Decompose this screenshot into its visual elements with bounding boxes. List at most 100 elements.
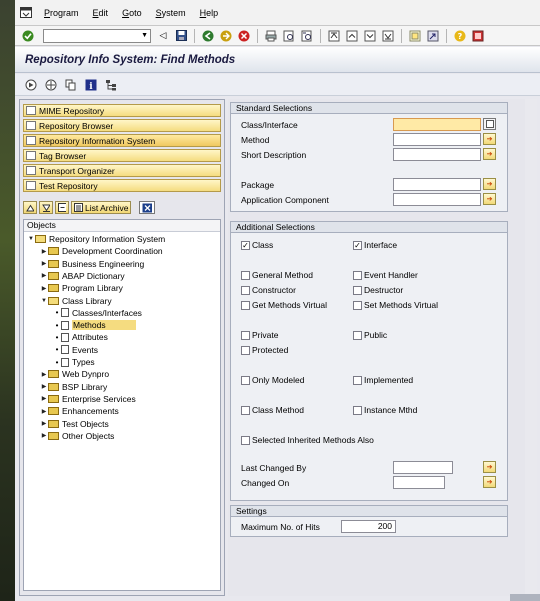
command-field[interactable]: ▼ — [43, 28, 151, 43]
tree-node[interactable]: ▼ Class Library — [40, 295, 112, 307]
expand-icon[interactable]: ▶ — [40, 272, 48, 279]
move-down-icon[interactable] — [39, 201, 53, 214]
expand-icon[interactable]: ▶ — [40, 408, 48, 415]
checkbox-box[interactable] — [241, 330, 250, 340]
nav-repository-information-system[interactable]: Repository Information System — [23, 134, 221, 147]
nav-mime-repository[interactable]: MIME Repository — [23, 104, 221, 117]
checkbox-box[interactable] — [353, 270, 362, 280]
tree-node[interactable]: ▶ Development Coordination — [40, 245, 163, 257]
checkbox-box[interactable] — [353, 375, 362, 385]
checkbox-only-modeled[interactable]: Only Modeled — [241, 375, 304, 385]
class-interface-field[interactable] — [393, 118, 481, 131]
menu-goto[interactable]: Goto — [115, 8, 149, 18]
checkbox-box[interactable] — [241, 270, 250, 280]
customize-layout-icon[interactable] — [471, 29, 485, 43]
tree-node[interactable]: ▶ Web Dynpro — [40, 368, 109, 380]
checkbox-instance-mthd[interactable]: Instance Mthd — [353, 405, 417, 415]
checkbox-general-method[interactable]: General Method — [241, 270, 313, 280]
tree-node[interactable]: • Methods — [53, 319, 136, 331]
nav-transport-organizer[interactable]: Transport Organizer — [23, 164, 221, 177]
cancel-icon[interactable] — [237, 29, 251, 43]
checkbox-get-methods-virtual[interactable]: Get Methods Virtual — [241, 300, 327, 310]
find-next-icon[interactable] — [300, 29, 314, 43]
new-session-icon[interactable] — [408, 29, 422, 43]
expand-icon[interactable]: ▶ — [40, 260, 48, 267]
tree-node[interactable]: • Attributes — [53, 331, 108, 343]
checkbox-box[interactable] — [241, 405, 250, 415]
expand-icon[interactable]: ▶ — [40, 420, 48, 427]
help-icon[interactable]: ? — [453, 29, 467, 43]
multiple-selection-icon[interactable]: ➔ — [483, 178, 496, 190]
bullet-icon[interactable]: • — [53, 345, 61, 354]
list-archive-button[interactable]: List Archive — [71, 201, 132, 214]
vertical-scrollbar[interactable] — [525, 99, 537, 596]
tree-node[interactable]: ▼ Repository Information System — [27, 233, 165, 245]
bullet-icon[interactable]: • — [53, 321, 61, 330]
nav-test-repository[interactable]: Test Repository — [23, 179, 221, 192]
previous-page-icon[interactable] — [345, 29, 359, 43]
refresh-icon[interactable] — [55, 201, 69, 214]
history-back-icon[interactable]: ◁ — [156, 29, 170, 43]
tree-node[interactable]: • Classes/Interfaces — [53, 307, 142, 319]
checkbox-box[interactable] — [353, 330, 362, 340]
multiple-selection-icon[interactable]: ➔ — [483, 476, 496, 488]
tree-node[interactable]: • Types — [53, 356, 95, 368]
expand-icon[interactable]: ▶ — [40, 248, 48, 255]
checkbox-set-methods-virtual[interactable]: Set Methods Virtual — [353, 300, 438, 310]
shortcut-icon[interactable] — [426, 29, 440, 43]
hierarchy-icon[interactable] — [104, 78, 118, 92]
checkbox-implemented[interactable]: Implemented — [353, 375, 413, 385]
nav-tag-browser[interactable]: Tag Browser — [23, 149, 221, 162]
expand-icon[interactable]: ▶ — [40, 395, 48, 402]
chevron-down-icon[interactable]: ▼ — [141, 32, 148, 39]
last-changed-by-field[interactable] — [393, 461, 453, 474]
bullet-icon[interactable]: • — [53, 333, 61, 342]
tree-node[interactable]: ▶ Program Library — [40, 282, 123, 294]
copy-object-icon[interactable] — [64, 78, 78, 92]
menu-help[interactable]: Help — [193, 8, 226, 18]
back-icon[interactable] — [201, 29, 215, 43]
tree-node[interactable]: ▶ Other Objects — [40, 430, 115, 442]
checkbox-box[interactable] — [353, 405, 362, 415]
tree-node[interactable]: ▶ Enhancements — [40, 405, 119, 417]
close-panel-icon[interactable] — [139, 201, 156, 214]
multiple-selection-icon[interactable]: ➔ — [483, 148, 496, 160]
application-component-field[interactable] — [393, 193, 481, 206]
tree-node[interactable]: ▶ Test Objects — [40, 418, 109, 430]
info-icon[interactable]: i — [84, 78, 98, 92]
tree-node[interactable]: ▶ ABAP Dictionary — [40, 270, 125, 282]
checkbox-event-handler[interactable]: Event Handler — [353, 270, 418, 280]
sap-app-icon[interactable] — [19, 7, 33, 19]
nav-repository-browser[interactable]: Repository Browser — [23, 119, 221, 132]
checkbox-box[interactable]: ✓ — [241, 240, 250, 250]
save-icon[interactable] — [174, 29, 188, 43]
checkbox-constructor[interactable]: Constructor — [241, 285, 296, 295]
checkbox-box[interactable] — [241, 300, 250, 310]
method-field[interactable] — [393, 133, 481, 146]
enter-checkmark-icon[interactable] — [21, 29, 35, 43]
exit-icon[interactable] — [219, 29, 233, 43]
menu-edit[interactable]: Edit — [86, 8, 116, 18]
collapse-icon[interactable]: ▼ — [40, 298, 48, 304]
all-selections-icon[interactable] — [44, 78, 58, 92]
multiple-selection-icon[interactable]: ➔ — [483, 193, 496, 205]
max-hits-field[interactable]: 200 — [341, 520, 396, 533]
collapse-icon[interactable]: ▼ — [27, 236, 35, 242]
last-page-icon[interactable] — [381, 29, 395, 43]
checkbox-box[interactable]: ✓ — [353, 240, 362, 250]
bullet-icon[interactable]: • — [53, 358, 61, 367]
value-help-icon[interactable] — [483, 118, 496, 130]
checkbox-box[interactable] — [241, 285, 250, 295]
multiple-selection-icon[interactable]: ➔ — [483, 461, 496, 473]
checkbox-public[interactable]: Public — [353, 330, 387, 340]
find-icon[interactable] — [282, 29, 296, 43]
tree-node[interactable]: ▶ Business Engineering — [40, 258, 145, 270]
execute-icon[interactable] — [24, 78, 38, 92]
short-description-field[interactable] — [393, 148, 481, 161]
expand-icon[interactable]: ▶ — [40, 432, 48, 439]
tree-node[interactable]: ▶ BSP Library — [40, 381, 108, 393]
print-icon[interactable] — [264, 29, 278, 43]
checkbox-selected-inherited-methods-also[interactable]: Selected Inherited Methods Also — [241, 435, 374, 445]
checkbox-protected[interactable]: Protected — [241, 345, 288, 355]
checkbox-box[interactable] — [241, 435, 250, 445]
